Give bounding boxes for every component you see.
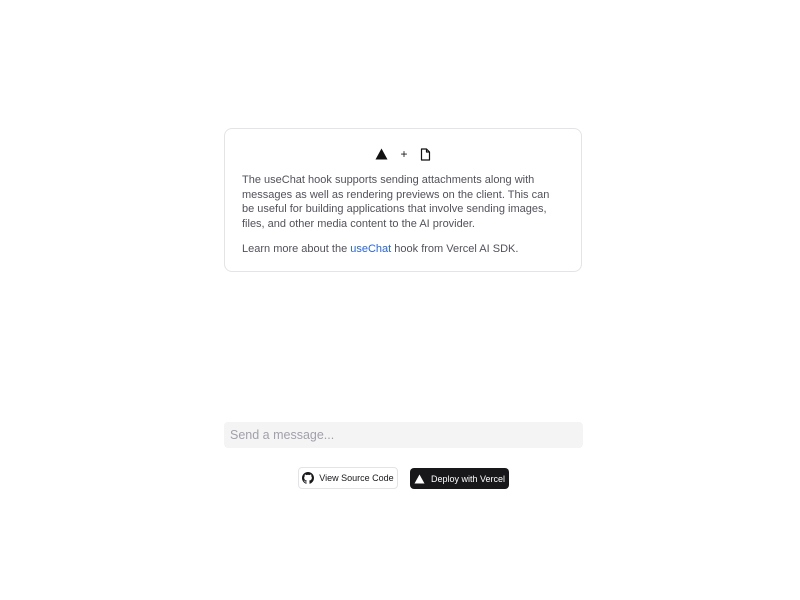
logo-row: + bbox=[242, 145, 564, 163]
file-icon bbox=[420, 147, 431, 161]
deploy-label: Deploy with Vercel bbox=[430, 473, 506, 484]
view-source-button[interactable]: View Source Code bbox=[298, 467, 398, 489]
learn-more-prefix: Learn more about the bbox=[242, 243, 351, 256]
plus-separator: + bbox=[400, 147, 408, 161]
learn-more-text: Learn more about the useChat hook from V… bbox=[242, 242, 564, 256]
message-input[interactable] bbox=[224, 422, 583, 448]
view-source-label: View Source Code bbox=[319, 473, 394, 483]
page: + The useChat hook supports sending atta… bbox=[0, 0, 800, 600]
github-icon bbox=[302, 472, 315, 484]
deploy-with-vercel-button[interactable]: Deploy with Vercel bbox=[410, 468, 509, 489]
usechat-link[interactable]: useChat bbox=[350, 243, 391, 255]
vercel-triangle-icon bbox=[414, 474, 425, 484]
description-text: The useChat hook supports sending attach… bbox=[242, 174, 550, 230]
vercel-triangle-icon bbox=[375, 148, 388, 160]
learn-more-suffix: hook from Vercel AI SDK. bbox=[391, 243, 519, 256]
info-card: + The useChat hook supports sending atta… bbox=[224, 128, 582, 272]
